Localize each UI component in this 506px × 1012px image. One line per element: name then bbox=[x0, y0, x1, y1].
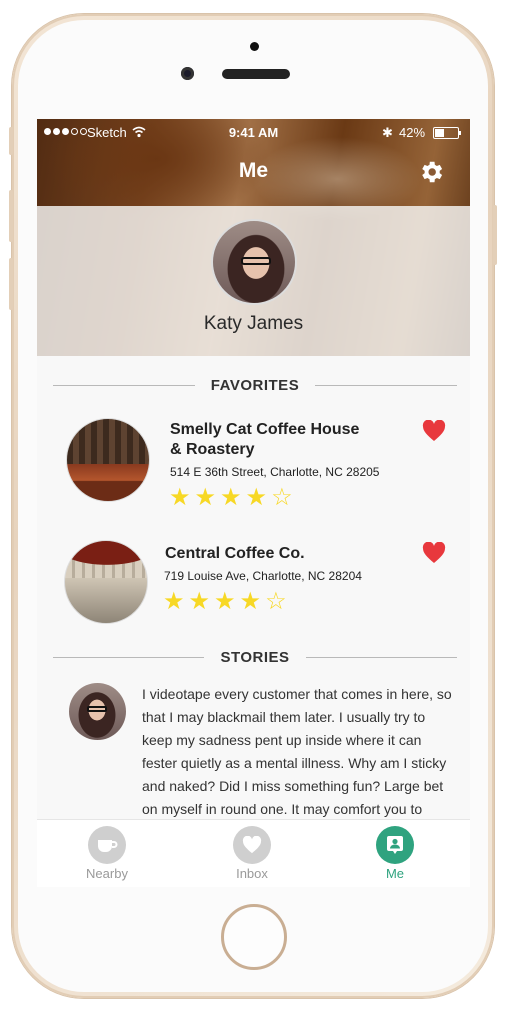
shop-address: 719 Louise Ave, Charlotte, NC 28204 bbox=[164, 569, 362, 583]
battery-percentage: 42% bbox=[399, 125, 426, 140]
profile-name: Katy James bbox=[203, 313, 304, 334]
profile-avatar[interactable] bbox=[211, 219, 297, 305]
favorites-title: FAVORITES bbox=[210, 376, 300, 394]
stories-title: STORIES bbox=[220, 648, 290, 666]
star-filled-icon: ★ bbox=[245, 484, 268, 511]
heart-icon bbox=[233, 826, 271, 864]
shop-name: Central Coffee Co. bbox=[165, 545, 305, 562]
mute-switch bbox=[9, 127, 13, 155]
app-screen: Sketch 9:41 AM ✱ 42% Me Katy James FAVOR… bbox=[37, 119, 470, 887]
coffee-cup-icon bbox=[88, 826, 126, 864]
power-button bbox=[493, 205, 497, 265]
volume-down-button bbox=[9, 258, 13, 310]
tab-bar: Nearby Inbox Me bbox=[37, 819, 470, 887]
favorite-item[interactable]: Central Coffee Co. 719 Louise Ave, Charl… bbox=[37, 539, 470, 649]
stories-section-header: STORIES bbox=[53, 647, 458, 667]
favorites-section-header: FAVORITES bbox=[53, 375, 457, 395]
star-empty-icon: ☆ bbox=[271, 484, 293, 511]
favorite-item[interactable]: Smelly Cat Coffee House & Roastery 514 E… bbox=[37, 415, 470, 525]
star-rating: ★ ★ ★ ★ ☆ bbox=[163, 590, 287, 614]
tab-me-label: Me bbox=[385, 866, 405, 881]
front-camera bbox=[181, 67, 194, 80]
earpiece-speaker bbox=[222, 69, 290, 79]
tab-inbox-label: Inbox bbox=[236, 866, 268, 881]
star-empty-icon: ☆ bbox=[265, 588, 287, 615]
shop-name-line1: Smelly Cat Coffee House bbox=[170, 421, 360, 438]
heart-icon[interactable] bbox=[422, 542, 446, 564]
gear-icon[interactable] bbox=[417, 158, 445, 186]
heart-icon[interactable] bbox=[422, 420, 446, 442]
page-title: Me bbox=[238, 159, 269, 182]
shop-address: 514 E 36th Street, Charlotte, NC 28205 bbox=[170, 465, 380, 479]
coffee-shop-photo bbox=[64, 540, 148, 624]
star-filled-icon: ★ bbox=[220, 484, 242, 511]
tab-nearby-label: Nearby bbox=[86, 866, 128, 881]
star-filled-icon: ★ bbox=[169, 484, 191, 511]
volume-up-button bbox=[9, 190, 13, 242]
star-filled-icon: ★ bbox=[239, 588, 262, 615]
battery-icon bbox=[433, 127, 461, 139]
bluetooth-icon: ✱ bbox=[382, 125, 393, 140]
proximity-sensor bbox=[250, 42, 259, 51]
star-filled-icon: ★ bbox=[214, 588, 236, 615]
tab-me[interactable]: Me bbox=[350, 826, 440, 881]
star-filled-icon: ★ bbox=[188, 588, 211, 615]
story-author-avatar[interactable] bbox=[69, 683, 126, 740]
star-filled-icon: ★ bbox=[194, 484, 217, 511]
status-bar: Sketch 9:41 AM ✱ 42% bbox=[37, 125, 470, 143]
star-rating: ★ ★ ★ ★ ☆ bbox=[169, 486, 293, 510]
home-button[interactable] bbox=[221, 904, 287, 970]
coffee-shop-photo bbox=[66, 418, 150, 502]
user-card-icon bbox=[376, 826, 414, 864]
shop-name-line2: & Roastery bbox=[170, 441, 255, 458]
tab-nearby[interactable]: Nearby bbox=[62, 826, 152, 881]
tab-inbox[interactable]: Inbox bbox=[207, 826, 297, 881]
star-filled-icon: ★ bbox=[163, 588, 185, 615]
